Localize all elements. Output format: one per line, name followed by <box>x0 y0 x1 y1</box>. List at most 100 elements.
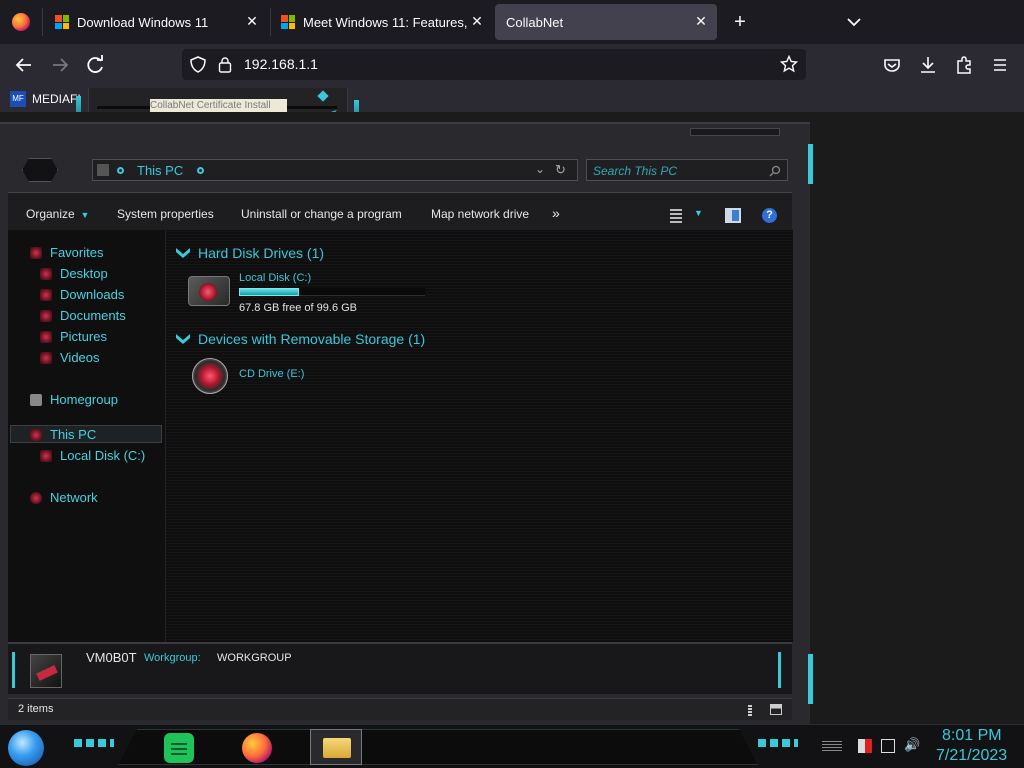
search-input[interactable]: Search This PC <box>593 164 677 178</box>
star-icon <box>30 246 42 259</box>
nav-this-pc[interactable]: This PC <box>30 427 96 442</box>
search-box[interactable]: Search This PC <box>586 159 788 181</box>
desktop-icon <box>40 267 52 280</box>
details-view-icon[interactable] <box>748 704 752 716</box>
bookmark-mediafire[interactable]: MF MEDIAFI <box>10 90 81 108</box>
group-header: Hard Disk Drives (1) <box>198 245 325 261</box>
mediafire-icon: MF <box>10 91 26 107</box>
url-bar[interactable]: 192.168.1.1 <box>182 49 806 80</box>
item-count: 2 items <box>18 703 54 715</box>
reload-button[interactable] <box>82 52 110 78</box>
tab-meet-windows[interactable]: Meet Windows 11: Features, Lo ✕ <box>271 4 493 40</box>
tab-list-chevron-icon[interactable] <box>842 10 866 34</box>
downloads-icon[interactable] <box>914 52 942 78</box>
help-icon[interactable]: ? <box>762 208 777 223</box>
browser-tab-bar: Download Windows 11 ✕ Meet Windows 11: F… <box>0 0 1024 44</box>
firefox-icon[interactable] <box>12 13 30 31</box>
pictures-icon <box>40 330 52 343</box>
action-center-flag-icon[interactable] <box>858 739 872 753</box>
search-icon[interactable] <box>769 164 781 182</box>
view-dropdown-icon[interactable]: ▼ <box>694 208 703 218</box>
address-text[interactable]: This PC <box>137 163 183 178</box>
map-network-drive-button[interactable]: Map network drive <box>431 207 529 221</box>
firefox-taskbar-button[interactable] <box>242 733 272 763</box>
star-icon[interactable] <box>779 54 799 78</box>
cd-drive-icon <box>192 358 228 394</box>
nav-documents[interactable]: Documents <box>40 308 126 323</box>
clock-time[interactable]: 8:01 PM <box>942 727 1002 745</box>
drive-e-tile[interactable]: CD Drive (E:) <box>190 354 390 398</box>
nav-videos[interactable]: Videos <box>40 350 100 365</box>
organize-label: Organize <box>26 207 75 221</box>
uninstall-program-button[interactable]: Uninstall or change a program <box>241 207 402 221</box>
workgroup-value: WORKGROUP <box>217 652 292 664</box>
tiles-view-icon[interactable] <box>770 704 782 715</box>
dropdown-chevron-icon[interactable]: ⌄ <box>535 162 545 176</box>
organize-button[interactable]: Organize ▼ <box>26 207 89 221</box>
address-bar[interactable]: This PC ⌄ ↻ <box>92 159 578 181</box>
videos-icon <box>40 351 52 364</box>
nav-downloads[interactable]: Downloads <box>40 287 124 302</box>
navigation-pane: Favorites Desktop Downloads Documents Pi… <box>8 230 166 642</box>
network-status-icon[interactable] <box>881 739 895 753</box>
shield-icon[interactable] <box>190 56 206 78</box>
back-button[interactable] <box>10 52 38 78</box>
tab-title: Meet Windows 11: Features, Lo <box>303 14 468 30</box>
windows-logo-icon <box>55 15 69 29</box>
group-removable-storage[interactable]: Devices with Removable Storage (1) <box>176 331 425 347</box>
nav-network[interactable]: Network <box>30 490 98 505</box>
drive-c-tile[interactable]: Local Disk (C:) 67.8 GB free of 99.6 GB <box>186 268 436 318</box>
extensions-icon[interactable] <box>950 52 978 78</box>
menu-icon[interactable] <box>986 52 1014 78</box>
group-hard-disk-drives[interactable]: Hard Disk Drives (1) <box>176 245 324 261</box>
windows-taskbar: 🔊 8:01 PM 7/21/2023 <box>0 724 1024 768</box>
new-tab-button[interactable]: + <box>728 10 752 34</box>
show-hidden-icons[interactable] <box>822 741 842 751</box>
volume-icon[interactable]: 🔊 <box>904 737 920 753</box>
url-text[interactable]: 192.168.1.1 <box>244 56 318 72</box>
tab-download-windows[interactable]: Download Windows 11 ✕ <box>44 4 268 40</box>
taskbar-band <box>118 729 758 765</box>
tab-collabnet[interactable]: CollabNet ✕ <box>495 4 717 40</box>
close-icon[interactable]: ✕ <box>244 13 260 29</box>
downloads-icon <box>40 288 52 301</box>
group-header: Devices with Removable Storage (1) <box>198 331 426 347</box>
nav-local-disk[interactable]: Local Disk (C:) <box>40 448 145 463</box>
forward-button[interactable] <box>46 52 74 78</box>
computer-icon <box>97 164 109 176</box>
view-options-icon[interactable] <box>670 209 682 223</box>
workgroup-label: Workgroup: <box>144 652 201 664</box>
clock-date[interactable]: 7/21/2023 <box>936 747 1007 765</box>
gadget-tooltip: CollabNet Certificate Install <box>150 99 287 112</box>
nav-homegroup[interactable]: Homegroup <box>30 392 118 407</box>
system-properties-button[interactable]: System properties <box>117 207 214 221</box>
pocket-icon[interactable] <box>878 52 906 78</box>
tab-title: CollabNet <box>506 14 564 30</box>
content-pane: Hard Disk Drives (1) Local Disk (C:) 67.… <box>166 230 793 642</box>
computer-thumbnail-icon <box>30 654 62 688</box>
refresh-icon[interactable]: ↻ <box>555 162 566 178</box>
nav-orb-button[interactable] <box>22 158 58 182</box>
nav-desktop[interactable]: Desktop <box>40 266 108 281</box>
status-bar: 2 items <box>8 698 792 720</box>
breadcrumb-arrow-icon[interactable] <box>117 167 124 174</box>
folder-icon <box>323 738 351 758</box>
notes-icon <box>171 741 187 755</box>
explorer-window: This PC ⌄ ↻ Search This PC Organize ▼ Sy… <box>0 122 813 726</box>
more-commands-button[interactable]: » <box>552 205 560 221</box>
chevron-down-icon <box>176 248 190 258</box>
drive-usage-fill <box>239 288 299 296</box>
drive-name: Local Disk (C:) <box>239 272 312 284</box>
close-icon[interactable]: ✕ <box>693 13 709 29</box>
bookmark-label: MEDIAFI <box>32 92 81 106</box>
start-orb-button[interactable] <box>8 730 44 766</box>
network-icon <box>30 491 42 504</box>
lock-icon[interactable] <box>218 56 232 78</box>
file-explorer-taskbar-button[interactable] <box>310 729 362 765</box>
preview-pane-icon[interactable] <box>725 208 741 223</box>
breadcrumb-dot-icon <box>197 167 204 174</box>
nav-favorites[interactable]: Favorites <box>30 245 103 260</box>
notes-app-button[interactable] <box>164 733 194 763</box>
close-icon[interactable]: ✕ <box>469 13 485 29</box>
nav-pictures[interactable]: Pictures <box>40 329 107 344</box>
